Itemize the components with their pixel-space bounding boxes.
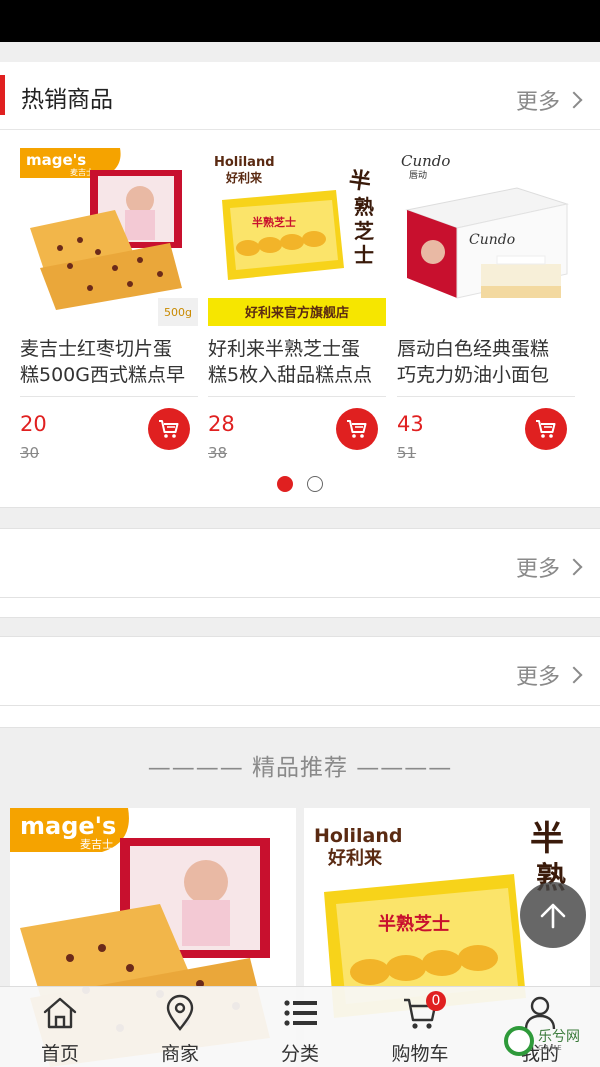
watermark-sub: GAME — [538, 1044, 563, 1052]
divider — [208, 396, 386, 397]
nav-item-cart[interactable]: 0 购物车 — [360, 987, 480, 1067]
svg-text:半: 半 — [347, 167, 372, 196]
price: 20 — [20, 412, 47, 436]
watermark: 乐兮网 GAME — [504, 1026, 580, 1056]
nav-label: 首页 — [40, 1043, 79, 1065]
product-name-line: 糕500G西式糕点早 — [20, 364, 185, 386]
section-spacer — [0, 706, 600, 728]
brand-logo-sub: 好利来 — [225, 170, 263, 185]
nav-item-category[interactable]: 分类 — [240, 987, 360, 1067]
pager-dot-active[interactable] — [277, 476, 293, 492]
original-price: 30 — [20, 444, 40, 462]
box-label: 半熟芝士 — [252, 215, 296, 229]
product-name-line: 麦吉士红枣切片蛋 — [20, 338, 173, 360]
svg-text:半: 半 — [530, 819, 564, 859]
section-empty: 更多 — [0, 636, 600, 706]
product-image-art: Cundo 唇动 Cundo — [397, 148, 575, 326]
product-image-art: Holiland 好利来 半 熟 芝 士 半熟芝士 好利来官方旗舰店 — [208, 148, 386, 326]
product-name[interactable]: 唇动白色经典蛋糕 巧克力奶油小面包 — [397, 336, 575, 392]
chevron-right-icon — [565, 666, 583, 684]
product-name-line: 糕5枚入甜品糕点点 — [208, 364, 373, 386]
svg-text:士: 士 — [354, 243, 374, 267]
chevron-right-icon — [565, 558, 583, 576]
brand-logo-sub: 麦吉士 — [80, 838, 113, 851]
brand-logo-text: mage's — [20, 812, 116, 840]
arrow-up-icon — [540, 903, 566, 929]
more-link[interactable]: 更多 — [515, 84, 583, 116]
back-to-top-button[interactable] — [520, 882, 586, 948]
more-label: 更多 — [515, 665, 560, 690]
cart-icon — [347, 420, 367, 438]
carousel-pager — [0, 476, 600, 492]
product-name-line: 巧克力奶油小面包 — [397, 364, 550, 386]
nav-label: 购物车 — [391, 1043, 449, 1065]
store-banner: 好利来官方旗舰店 — [244, 305, 349, 321]
recommend-heading: ———— 精品推荐 ———— — [147, 755, 453, 781]
cart-count-badge: 0 — [426, 991, 446, 1011]
more-link[interactable]: 更多 — [515, 659, 583, 691]
price: 28 — [208, 412, 235, 436]
section-empty: 更多 — [0, 528, 600, 598]
divider — [20, 396, 198, 397]
add-to-cart-button[interactable] — [148, 408, 190, 450]
weight-tag: 500g — [164, 306, 192, 319]
svg-text:熟: 熟 — [354, 195, 374, 219]
product-card[interactable]: Holiland 好利来 半 熟 芝 士 半熟芝士 好利来官方旗舰店 好利来半熟… — [208, 148, 386, 462]
nav-item-merchants[interactable]: 商家 — [120, 987, 240, 1067]
brand-logo-text: mage's — [26, 151, 86, 169]
more-label: 更多 — [515, 557, 560, 582]
section-title: 热销商品 — [21, 87, 113, 113]
product-card[interactable]: Cundo 唇动 Cundo 唇动白色经典蛋糕 巧克力奶油小面包 43 51 — [397, 148, 575, 462]
list-icon — [280, 993, 320, 1033]
brand-logo-text: Holiland — [314, 825, 402, 847]
product-name[interactable]: 麦吉士红枣切片蛋 糕500G西式糕点早 — [20, 336, 198, 392]
nav-item-home[interactable]: 首页 — [0, 987, 120, 1067]
box-label: 半熟芝士 — [378, 913, 450, 935]
nav-label: 分类 — [280, 1043, 319, 1065]
header-accent-bar — [0, 75, 5, 115]
product-image-art: mage's 麦吉士 500g — [20, 148, 198, 326]
hot-products-section: 热销商品 更多 mage's 麦吉士 500g 麦吉士红枣切片蛋 糕500G西式… — [0, 62, 600, 508]
cart-icon — [536, 420, 556, 438]
cart-icon: 0 — [400, 991, 446, 1033]
svg-text:Cundo: Cundo — [469, 232, 515, 248]
brand-logo-text: Cundo — [401, 152, 450, 170]
section-header: 热销商品 更多 — [0, 62, 600, 130]
chevron-right-icon — [565, 91, 583, 109]
svg-text:芝: 芝 — [354, 219, 374, 243]
add-to-cart-button[interactable] — [336, 408, 378, 450]
product-image[interactable]: Holiland 好利来 半 熟 芝 士 半熟芝士 好利来官方旗舰店 — [208, 148, 386, 326]
location-pin-icon — [160, 993, 200, 1033]
home-icon — [40, 993, 80, 1033]
watermark-text: 乐兮网 — [538, 1029, 580, 1045]
watermark-logo-icon — [504, 1026, 534, 1056]
price: 43 — [397, 412, 424, 436]
product-card[interactable]: mage's 麦吉士 500g 麦吉士红枣切片蛋 糕500G西式糕点早 20 3… — [20, 148, 198, 462]
original-price: 51 — [397, 444, 417, 462]
product-name-line: 唇动白色经典蛋糕 — [397, 338, 550, 360]
status-bar — [0, 0, 600, 42]
divider — [397, 396, 575, 397]
nav-label: 商家 — [160, 1043, 199, 1065]
cart-icon — [159, 420, 179, 438]
add-to-cart-button[interactable] — [525, 408, 567, 450]
original-price: 38 — [208, 444, 228, 462]
pager-dot[interactable] — [307, 476, 323, 492]
product-image[interactable]: mage's 麦吉士 500g — [20, 148, 198, 326]
more-link[interactable]: 更多 — [515, 551, 583, 583]
product-image[interactable]: Cundo 唇动 Cundo — [397, 148, 575, 326]
brand-logo-text: Holiland — [214, 155, 275, 170]
section-spacer — [0, 598, 600, 618]
brand-logo-sub: 好利来 — [327, 847, 383, 869]
product-name-line: 好利来半熟芝士蛋 — [208, 338, 361, 360]
brand-logo-sub: 唇动 — [409, 170, 427, 181]
more-label: 更多 — [515, 90, 560, 115]
product-name[interactable]: 好利来半熟芝士蛋 糕5枚入甜品糕点点 — [208, 336, 386, 392]
